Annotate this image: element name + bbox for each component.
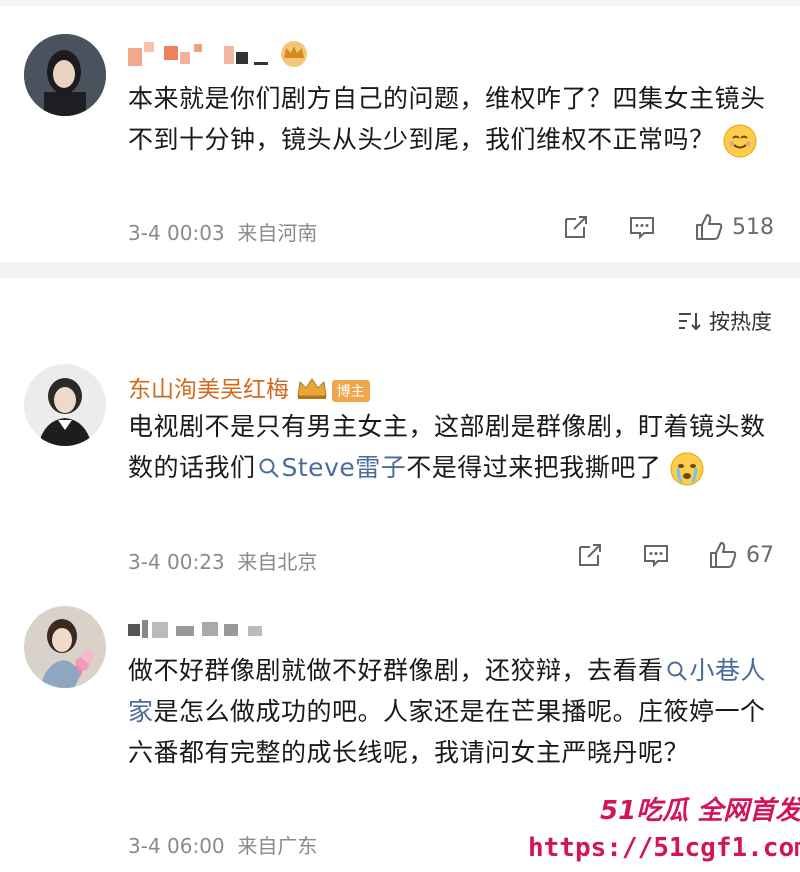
watermark-url: https://51cgf1.com [528, 833, 800, 863]
sort-toggle[interactable]: 按热度 [677, 306, 772, 336]
sort-label: 按热度 [709, 310, 772, 334]
comment-location: 来自广东 [237, 834, 318, 858]
avatar[interactable] [24, 606, 108, 690]
avatar[interactable] [24, 34, 108, 118]
comment-meta: 3-4 00:23 来自北京 [128, 546, 317, 575]
share-button[interactable] [576, 541, 604, 569]
like-count: 518 [732, 214, 774, 240]
comment-text: 本来就是你们剧方自己的问题，维权咋了？四集女主镜头不到十分钟，镜头从头少到尾，我… [128, 78, 768, 160]
like-button[interactable]: 518 [694, 212, 774, 242]
comment-location: 来自北京 [237, 550, 318, 574]
comment-icon [630, 217, 654, 240]
username-blurred[interactable] [128, 612, 298, 648]
comment-meta: 3-4 06:00 来自广东 [128, 830, 317, 859]
comment-location: 来自河南 [237, 221, 318, 245]
comment-time: 3-4 06:00 [128, 834, 225, 858]
crown-icon [296, 376, 328, 406]
share-icon [565, 216, 587, 238]
section-separator [0, 262, 800, 278]
comment-time: 3-4 00:03 [128, 221, 225, 245]
like-button[interactable]: 67 [708, 540, 774, 570]
blogger-badge: 博主 [331, 379, 370, 402]
comment-text: 电视剧不是只有男主女主，这部剧是群像剧，盯着镜头数数的话我们 Steve雷子不是得… [128, 406, 768, 488]
share-button[interactable] [562, 213, 590, 241]
comment-text: 做不好群像剧就做不好群像剧，还狡辩，去看看 小巷人家是怎么做成功的吧。人家还是在芒… [128, 656, 767, 767]
avatar[interactable] [24, 364, 108, 448]
watermark-logo: 51吃瓜 全网首发 [600, 796, 800, 826]
comment-meta: 3-4 00:03 来自河南 [128, 217, 317, 246]
crown-icon [281, 41, 307, 67]
comment-icon [644, 545, 668, 568]
search-icon [667, 661, 687, 681]
smile-emoji-icon [723, 124, 757, 158]
comment-time: 3-4 00:23 [128, 550, 225, 574]
search-icon [259, 458, 279, 478]
sort-icon [679, 313, 701, 331]
username-blurred[interactable] [128, 38, 318, 76]
like-icon [710, 542, 737, 568]
username[interactable]: 东山洵美吴红梅 博主 [128, 370, 370, 406]
top-divider [0, 0, 800, 6]
comment-button[interactable] [628, 213, 656, 241]
crying-emoji-icon [670, 452, 704, 486]
mention-link[interactable]: Steve雷子 [256, 453, 407, 482]
like-count: 67 [746, 542, 774, 568]
like-icon [696, 214, 723, 240]
share-icon [579, 544, 601, 566]
comment-button[interactable] [642, 541, 670, 569]
